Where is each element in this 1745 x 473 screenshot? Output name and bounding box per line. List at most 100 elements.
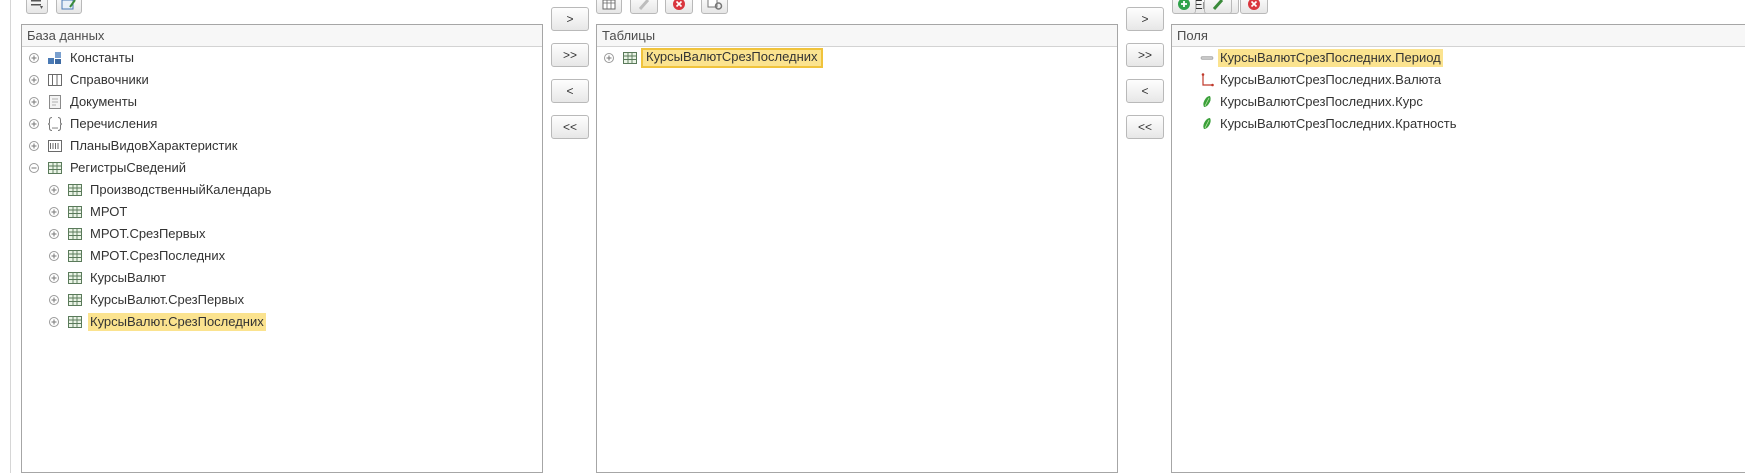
expand-icon[interactable] [49,317,59,327]
add-table-move-button[interactable]: > [551,7,589,31]
tree-item-label: ПроизводственныйКалендарь [90,182,272,197]
tables-panel-header: Таблицы [597,25,1117,47]
field-item-currency[interactable]: КурсыВалютСрезПоследних.Валюта [1172,69,1745,91]
tree-item-currency-rates[interactable]: КурсыВалют [22,267,542,289]
expand-icon[interactable] [49,295,59,305]
tree-item-catalogs[interactable]: Справочники [22,69,542,91]
remove-all-tables-button[interactable]: << [551,115,589,139]
tree-item-label: ПланыВидовХарактеристик [70,138,238,153]
catalogs-icon [48,74,62,86]
add-field-move-button[interactable]: > [1126,7,1164,31]
field-item-label: КурсыВалютСрезПоследних.Кратность [1220,116,1457,131]
tree-item-label: Константы [70,50,134,65]
database-panel-header: База данных [22,25,542,47]
table-add-icon [602,0,616,10]
expand-icon[interactable] [29,97,39,107]
tree-item-enums[interactable]: Перечисления [22,113,542,135]
register-table-icon [68,206,82,218]
add-all-fields-button[interactable]: >> [1126,43,1164,67]
remove-all-fields-button[interactable]: << [1126,115,1164,139]
delete-field-button[interactable] [1240,0,1268,14]
expand-icon[interactable] [49,229,59,239]
tree-item-label: Справочники [70,72,149,87]
tables-panel: Таблицы КурсыВалютСрезПоследних [596,24,1118,473]
tables-tree: КурсыВалютСрезПоследних [597,47,1117,69]
tree-item-chart-of-characteristics[interactable]: ПланыВидовХарактеристик [22,135,542,157]
add-list-button[interactable] [26,0,48,14]
settings-icon [707,0,722,10]
expand-icon[interactable] [49,207,59,217]
delete-icon [673,0,685,10]
expand-icon[interactable] [49,273,59,283]
tree-item-label: МРОТ.СрезПервых [90,226,206,241]
register-table-icon [68,316,82,328]
expand-icon[interactable] [29,141,39,151]
constants-icon [48,52,61,64]
chart-of-characteristics-icon [48,140,62,152]
tree-item-constants[interactable]: Константы [22,47,542,69]
tree-item-label: МРОТ [90,204,128,219]
tree-item-label: МРОТ.СрезПоследних [90,248,226,263]
delete-icon [1248,0,1260,10]
tree-item-currency-rates-slice-first[interactable]: КурсыВалют.СрезПервых [22,289,542,311]
delete-table-button[interactable] [665,0,693,14]
tree-item-mrot-slice-first[interactable]: МРОТ.СрезПервых [22,223,542,245]
tree-item-documents[interactable]: Документы [22,91,542,113]
documents-icon [49,95,61,109]
expand-icon[interactable] [49,251,59,261]
fields-panel-header: Поля [1172,25,1745,47]
collapse-icon[interactable] [29,163,39,173]
tree-item-mrot[interactable]: МРОТ [22,201,542,223]
tree-item-production-calendar[interactable]: ПроизводственныйКалендарь [22,179,542,201]
tree-item-mrot-slice-last[interactable]: МРОТ.СрезПоследних [22,245,542,267]
database-tree: Константы Справочники Документы Перечисл… [22,47,542,333]
add-table-button[interactable] [596,0,622,14]
register-table-icon [68,228,82,240]
query-builder-tables-and-fields: Еще ▾ База данных Константы Справочники [0,0,1745,473]
field-item-label: КурсыВалютСрезПоследних.Курс [1220,94,1423,109]
tree-item-label: Документы [70,94,138,109]
expand-icon[interactable] [29,119,39,129]
resource-field-icon [1203,118,1211,129]
field-item-label-selected: КурсыВалютСрезПоследних.Период [1218,49,1443,67]
tables-item-label-selected: КурсыВалютСрезПоследних [641,48,823,68]
register-table-icon [623,52,637,64]
register-table-icon [68,250,82,262]
field-item-rate[interactable]: КурсыВалютСрезПоследних.Курс [1172,91,1745,113]
register-table-icon [68,294,82,306]
expand-icon[interactable] [49,185,59,195]
expand-icon[interactable] [604,53,614,63]
fields-list: КурсыВалютСрезПоследних.Период КурсыВалю… [1172,47,1745,135]
edit-field-button[interactable] [1204,0,1232,14]
expand-icon[interactable] [29,53,39,63]
pencil-icon [1212,0,1224,10]
pencil-icon [638,0,650,10]
edit-database-button[interactable] [56,0,82,14]
add-all-tables-button[interactable]: >> [551,43,589,67]
tree-item-label: КурсыВалют [90,270,166,285]
field-item-multiplicity[interactable]: КурсыВалютСрезПоследних.Кратность [1172,113,1745,135]
tables-item-currency-rates-slice-last[interactable]: КурсыВалютСрезПоследних [597,47,1117,69]
window-edge [10,0,11,473]
database-panel: База данных Константы Справочники Докуме… [21,24,543,473]
tree-item-label: РегистрыСведений [70,160,186,175]
table-settings-button[interactable] [701,0,728,14]
expand-icon[interactable] [29,75,39,85]
edit-icon [61,0,76,10]
field-item-period[interactable]: КурсыВалютСрезПоследних.Период [1172,47,1745,69]
tree-item-information-registers[interactable]: РегистрыСведений [22,157,542,179]
resource-field-icon [1203,96,1211,107]
period-field-icon [1200,56,1214,60]
tree-item-currency-rates-slice-last[interactable]: КурсыВалют.СрезПоследних [22,311,542,333]
tree-item-label: КурсыВалют.СрезПервых [90,292,245,307]
remove-table-button[interactable]: < [551,79,589,103]
register-table-icon [68,272,82,284]
fields-panel: Поля КурсыВалютСрезПоследних.Период Курс… [1171,24,1745,473]
register-table-icon [68,184,82,196]
list-icon [31,0,43,9]
enums-icon [47,117,63,131]
remove-field-button[interactable]: < [1126,79,1164,103]
add-field-button[interactable] [1172,0,1196,14]
edit-table-button[interactable] [630,0,658,14]
reference-field-icon [1201,73,1214,87]
